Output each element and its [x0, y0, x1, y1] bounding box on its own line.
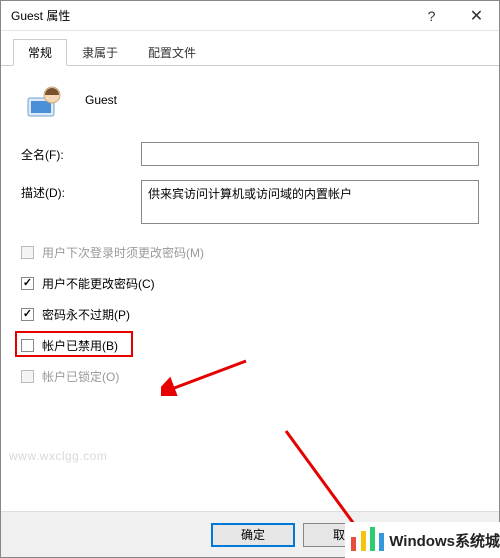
- account-disabled-checkbox[interactable]: [21, 339, 34, 352]
- cannot-change-password-row[interactable]: 用户不能更改密码(C): [21, 275, 479, 292]
- tab-profile[interactable]: 配置文件: [133, 39, 211, 66]
- user-name: Guest: [85, 93, 117, 107]
- password-never-expires-row[interactable]: 密码永不过期(P): [21, 306, 479, 323]
- user-icon: [25, 82, 61, 118]
- account-locked-row: 帐户已锁定(O): [21, 368, 479, 385]
- watermark-text: www.wxclgg.com: [9, 449, 107, 463]
- cannot-change-password-checkbox[interactable]: [21, 277, 34, 290]
- account-locked-label: 帐户已锁定(O): [42, 368, 119, 385]
- tab-general[interactable]: 常规: [13, 39, 67, 66]
- account-disabled-row[interactable]: 帐户已禁用(B): [21, 337, 479, 354]
- checkbox-group: 用户下次登录时须更改密码(M) 用户不能更改密码(C) 密码永不过期(P) 帐户…: [21, 244, 479, 385]
- must-change-password-checkbox: [21, 246, 34, 259]
- brand-overlay: Windows 系统城: [345, 522, 500, 558]
- account-locked-checkbox: [21, 370, 34, 383]
- description-input[interactable]: 供来宾访问计算机或访问域的内置帐户: [141, 180, 479, 224]
- must-change-password-label: 用户下次登录时须更改密码(M): [42, 244, 204, 261]
- account-disabled-label: 帐户已禁用(B): [42, 337, 118, 354]
- fullname-input[interactable]: [141, 142, 479, 166]
- properties-dialog: Guest 属性 ? ✕ 常规 隶属于 配置文件 Guest 全名(F):: [0, 0, 500, 558]
- window-title: Guest 属性: [1, 7, 409, 24]
- help-button[interactable]: ?: [409, 1, 454, 31]
- brand-text: Windows 系统城: [389, 530, 500, 551]
- tab-row: 常规 隶属于 配置文件: [1, 31, 499, 66]
- brand-bars-icon: [351, 527, 385, 554]
- password-never-expires-label: 密码永不过期(P): [42, 306, 130, 323]
- description-row: 描述(D): 供来宾访问计算机或访问域的内置帐户: [21, 180, 479, 224]
- tab-memberof[interactable]: 隶属于: [67, 39, 133, 66]
- fullname-label: 全名(F):: [21, 142, 141, 163]
- ok-button[interactable]: 确定: [211, 523, 295, 547]
- user-header: Guest: [21, 82, 479, 118]
- brand-sub: 系统城: [455, 530, 500, 551]
- close-button[interactable]: ✕: [454, 1, 499, 31]
- cannot-change-password-label: 用户不能更改密码(C): [42, 275, 155, 292]
- tab-content: Guest 全名(F): 描述(D): 供来宾访问计算机或访问域的内置帐户 用户…: [1, 66, 499, 511]
- titlebar: Guest 属性 ? ✕: [1, 1, 499, 31]
- password-never-expires-checkbox[interactable]: [21, 308, 34, 321]
- description-label: 描述(D):: [21, 180, 141, 201]
- fullname-row: 全名(F):: [21, 142, 479, 166]
- brand-main: Windows: [389, 533, 455, 550]
- must-change-password-row: 用户下次登录时须更改密码(M): [21, 244, 479, 261]
